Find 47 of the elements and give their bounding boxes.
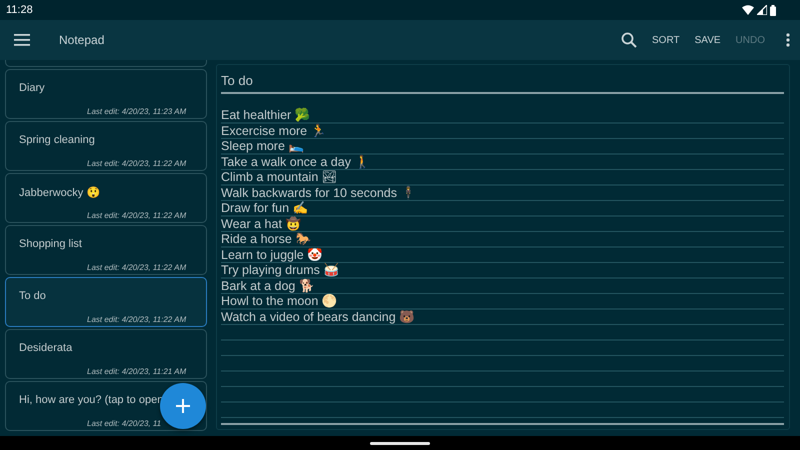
more-options-icon[interactable] xyxy=(786,33,790,47)
last-edit-time: Last edit: 4/20/23, 11:22 AM xyxy=(87,315,186,324)
text-line: Walk backwards for 10 seconds 🕴 xyxy=(221,186,418,201)
note-card[interactable]: Desiderata Last edit: 4/20/23, 11:21 AM xyxy=(5,329,207,379)
note-card[interactable]: Jabberwocky 😲 Last edit: 4/20/23, 11:22 AM xyxy=(5,173,207,223)
note-card[interactable]: Diary Last edit: 4/20/23, 11:23 AM xyxy=(5,69,207,119)
note-title: Jabberwocky 😲 xyxy=(19,186,100,199)
text-line: Climb a mountain 🏞 xyxy=(221,170,339,186)
note-title: Desiderata xyxy=(19,342,72,354)
text-line: Sleep more 🛌 xyxy=(221,139,306,154)
text-line: Excercise more 🏃 xyxy=(221,124,328,139)
floating-action-button[interactable] xyxy=(160,383,206,429)
text-line: Learn to juggle 🤡 xyxy=(221,248,324,263)
last-edit-time: Last edit: 4/20/23, 11:22 AM xyxy=(87,211,186,220)
menu-icon[interactable] xyxy=(14,34,30,46)
text-line: Watch a video of bears dancing 🐻 xyxy=(221,310,416,325)
note-title-field[interactable]: To do xyxy=(221,73,784,94)
last-edit-time: Last edit: 4/20/23, 11:23 AM xyxy=(87,107,186,116)
text-line: Draw for fun ✍ xyxy=(221,201,310,216)
text-line: Try playing drums 🥁 xyxy=(221,263,340,278)
note-title: To do xyxy=(19,290,46,302)
last-edit-time: Last edit: 4/20/23, 11:21 AM xyxy=(87,367,186,376)
wifi-icon xyxy=(742,5,754,15)
text-line: Eat healthier 🥦 xyxy=(221,108,312,124)
text-line: Ride a horse 🐎 xyxy=(221,232,312,248)
note-title: Diary xyxy=(19,82,45,94)
text-line: Wear a hat 🤠 xyxy=(221,216,302,232)
app-title: Notepad xyxy=(59,33,104,47)
clock: 11:28 xyxy=(6,4,34,16)
note-title: Spring cleaning xyxy=(19,134,95,146)
note-card[interactable]: Shopping list Last edit: 4/20/23, 11:22 AM xyxy=(5,225,207,275)
text-line: Howl to the moon 🌕 xyxy=(221,294,339,310)
last-edit-time: Last edit: 4/20/23, 11 xyxy=(87,419,162,428)
last-edit-time: Last edit: 4/20/23, 11:22 AM xyxy=(87,263,186,272)
text-line: Take a walk once a day 🚶 xyxy=(221,154,372,170)
note-card[interactable]: Spring cleaning Last edit: 4/20/23, 11:22 AM xyxy=(5,121,207,171)
signal-icon xyxy=(757,5,767,15)
note-card[interactable]: To do Last edit: 4/20/23, 11:22 AM xyxy=(5,277,207,327)
plus-icon xyxy=(176,399,190,413)
search-icon[interactable] xyxy=(621,32,637,48)
battery-icon xyxy=(770,4,776,16)
toolbar-action[interactable]: SORT xyxy=(652,34,680,46)
text-line: Bark at a dog 🐕 xyxy=(221,278,316,294)
note-title: Shopping list xyxy=(19,238,82,250)
home-handle[interactable] xyxy=(370,442,430,444)
toolbar-action[interactable]: SAVE xyxy=(694,34,721,46)
last-edit-time: Last edit: 4/20/23, 11:22 AM xyxy=(87,159,186,168)
